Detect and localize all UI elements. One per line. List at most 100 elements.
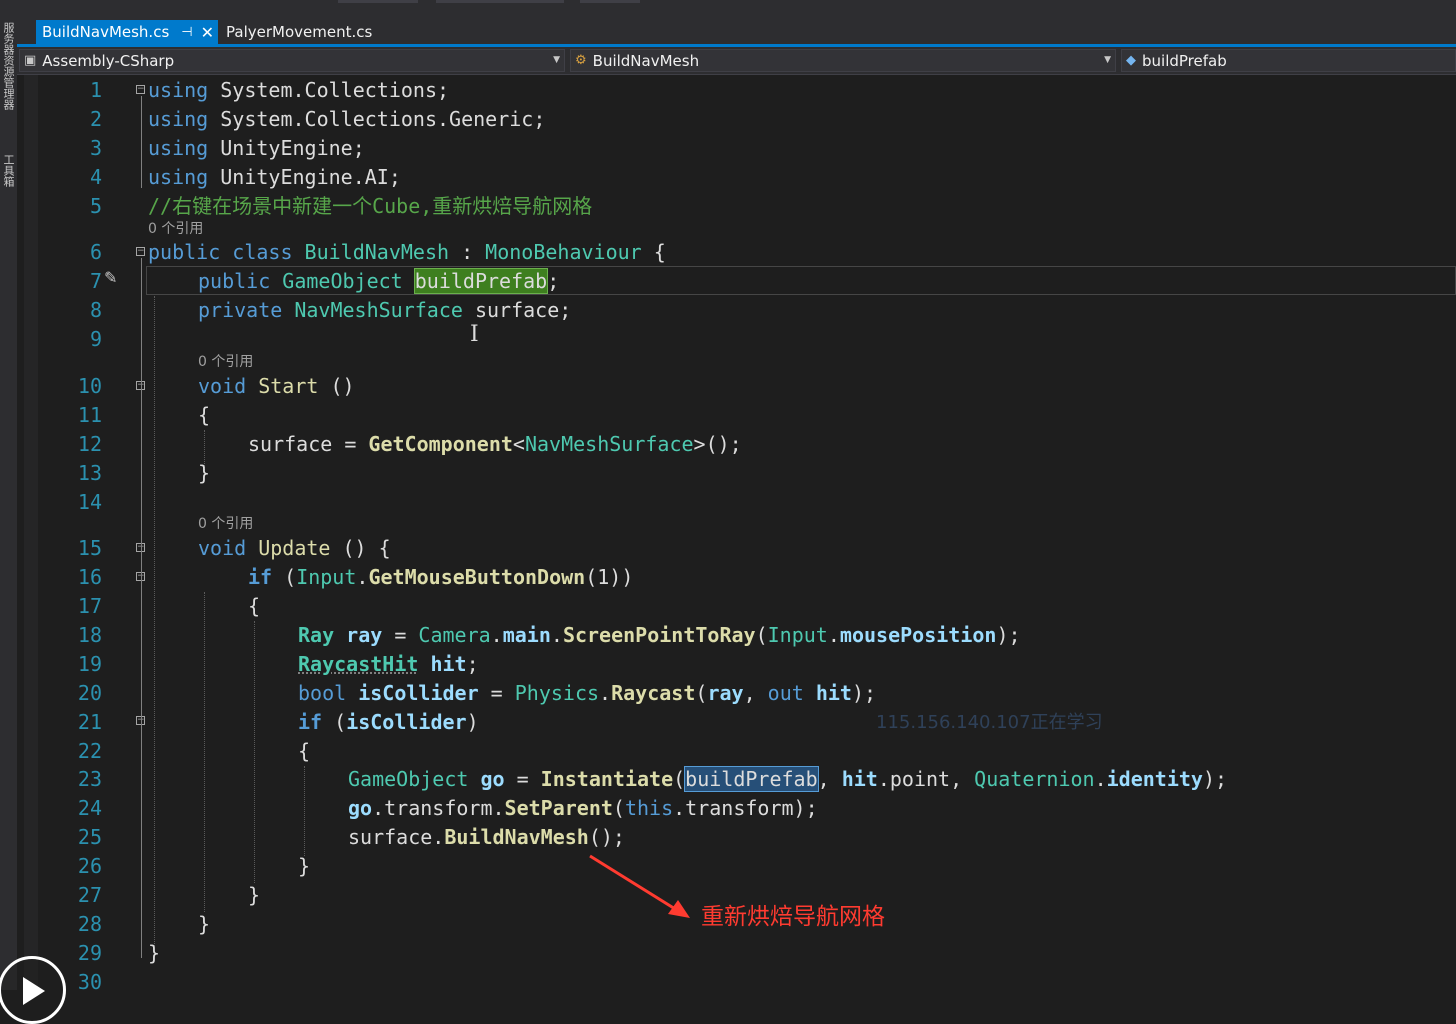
token-type: Input xyxy=(767,623,828,647)
token-keyword: void xyxy=(198,374,247,398)
token-variable: isCollider xyxy=(346,681,479,705)
quick-action-brush-icon[interactable]: ✎ xyxy=(104,268,117,287)
code-line-23: GameObject go = Instantiate(buildPrefab,… xyxy=(348,765,1227,794)
token-variable: isCollider xyxy=(346,710,467,734)
token-member: mousePosition xyxy=(839,623,997,647)
toolbox-tab[interactable]: 工具箱 xyxy=(1,154,15,187)
title-strip-segment xyxy=(580,0,640,3)
line-number: 28 xyxy=(77,912,102,936)
tab-label: BuildNavMesh.cs xyxy=(42,23,170,41)
class-icon: ⚙ xyxy=(575,53,587,68)
title-strip-segment xyxy=(338,0,418,3)
token-type: GameObject xyxy=(270,269,403,293)
collapse-toggle[interactable]: − xyxy=(136,85,145,94)
server-explorer-tab[interactable]: 服务器资源管理器 xyxy=(1,22,15,110)
token-text: . xyxy=(490,623,503,647)
code-line-27: } xyxy=(248,883,261,907)
play-button[interactable] xyxy=(0,956,66,1024)
token-keyword: using xyxy=(148,107,209,131)
line-number: 27 xyxy=(77,883,102,907)
annotation-arrow xyxy=(589,854,690,918)
tab-palyermovement[interactable]: PalyerMovement.cs xyxy=(220,20,380,44)
type-dropdown[interactable]: ⚙ BuildNavMesh ▼ xyxy=(570,49,1116,72)
codelens-references[interactable]: 0 个引用 xyxy=(198,354,253,370)
token-variable: go xyxy=(468,767,505,791)
token-type: MonoBehaviour xyxy=(485,240,642,264)
code-line-13: } xyxy=(198,461,211,485)
project-icon: ▣ xyxy=(24,53,37,68)
line-number: 7 xyxy=(89,269,102,293)
codelens-references[interactable]: 0 个引用 xyxy=(148,221,203,237)
token-text: (1)) xyxy=(585,565,634,589)
tab-buildnavmesh[interactable]: BuildNavMesh.cs ⊣ ✕ xyxy=(36,20,218,44)
line-number: 11 xyxy=(77,403,102,427)
code-line-28: } xyxy=(198,912,211,936)
indent-guide xyxy=(204,592,205,912)
selected-identifier[interactable]: buildPrefab xyxy=(413,268,549,294)
token-text: () { xyxy=(330,536,391,560)
navigation-bar: ▣ Assembly-CSharp ▼ ⚙ BuildNavMesh ▼ ◆ b… xyxy=(17,47,1456,75)
token-keyword: out xyxy=(767,681,804,705)
close-icon[interactable]: ✕ xyxy=(201,23,214,42)
token-text: System.Collections; xyxy=(208,78,450,102)
collapse-toggle[interactable]: − xyxy=(136,247,145,256)
token-text: (); xyxy=(588,825,625,849)
token-member: identity xyxy=(1106,767,1203,791)
reference-highlight[interactable]: buildPrefab xyxy=(684,766,819,792)
token-type: Physics xyxy=(514,681,600,705)
code-line-5: //右键在场景中新建一个Cube,重新烘焙导航网格 xyxy=(148,192,592,221)
code-line-10: void Start () xyxy=(198,372,355,401)
title-strip xyxy=(0,0,1456,20)
line-number: 2 xyxy=(89,107,102,131)
code-line-3: using UnityEngine; xyxy=(148,134,365,163)
token-type: NavMeshSurface xyxy=(282,298,463,322)
token-text: .transform. xyxy=(372,796,505,820)
token-text: ( xyxy=(673,767,686,791)
title-strip-segment xyxy=(436,0,564,3)
line-number: 25 xyxy=(77,825,102,849)
token-text: >(); xyxy=(693,432,742,456)
line-number: 13 xyxy=(77,461,102,485)
pin-icon[interactable]: ⊣ xyxy=(181,25,192,40)
code-line-29: } xyxy=(148,941,161,965)
token-keyword: using xyxy=(148,78,209,102)
left-tool-strip: 服务器资源管理器 工具箱 xyxy=(0,20,18,990)
line-number: 24 xyxy=(77,796,102,820)
play-icon xyxy=(23,977,45,1005)
line-number: 8 xyxy=(89,298,102,322)
chevron-down-icon: ▼ xyxy=(1104,55,1111,65)
line-number: 16 xyxy=(77,565,102,589)
tab-label: PalyerMovement.cs xyxy=(226,23,373,41)
code-line-12: surface = GetComponent<NavMeshSurface>()… xyxy=(248,430,742,459)
token-text: . xyxy=(827,623,840,647)
token-keyword: using xyxy=(148,136,209,160)
token-variable: hit xyxy=(841,767,878,791)
token-text: surface; xyxy=(462,298,572,322)
token-variable: ray xyxy=(707,681,744,705)
line-number: 3 xyxy=(89,136,102,160)
line-number: 26 xyxy=(77,854,102,878)
indent-guide xyxy=(304,766,305,856)
token-text: , xyxy=(817,767,842,791)
line-number: 29 xyxy=(77,941,102,965)
line-number: 18 xyxy=(77,623,102,647)
code-line-8: private NavMeshSurface surface; xyxy=(198,296,571,325)
project-dropdown[interactable]: ▣ Assembly-CSharp ▼ xyxy=(19,49,565,72)
token-text: . xyxy=(356,565,369,589)
token-keyword: using xyxy=(148,165,209,189)
indicator-margin xyxy=(24,75,38,990)
token-method: Update xyxy=(246,536,331,560)
token-keyword: public xyxy=(198,269,271,293)
token-variable: go xyxy=(348,796,373,820)
token-text: { xyxy=(641,240,666,264)
token-text: surface = xyxy=(248,432,369,456)
fold-line xyxy=(141,258,142,958)
token-text: ); xyxy=(996,623,1021,647)
line-number: 21 xyxy=(77,710,102,734)
chevron-down-icon: ▼ xyxy=(553,55,560,65)
token-method: Raycast xyxy=(611,681,696,705)
token-text: UnityEngine.AI; xyxy=(208,165,401,189)
token-text: UnityEngine; xyxy=(208,136,365,160)
member-dropdown[interactable]: ◆ buildPrefab xyxy=(1121,49,1456,72)
codelens-references[interactable]: 0 个引用 xyxy=(198,516,253,532)
